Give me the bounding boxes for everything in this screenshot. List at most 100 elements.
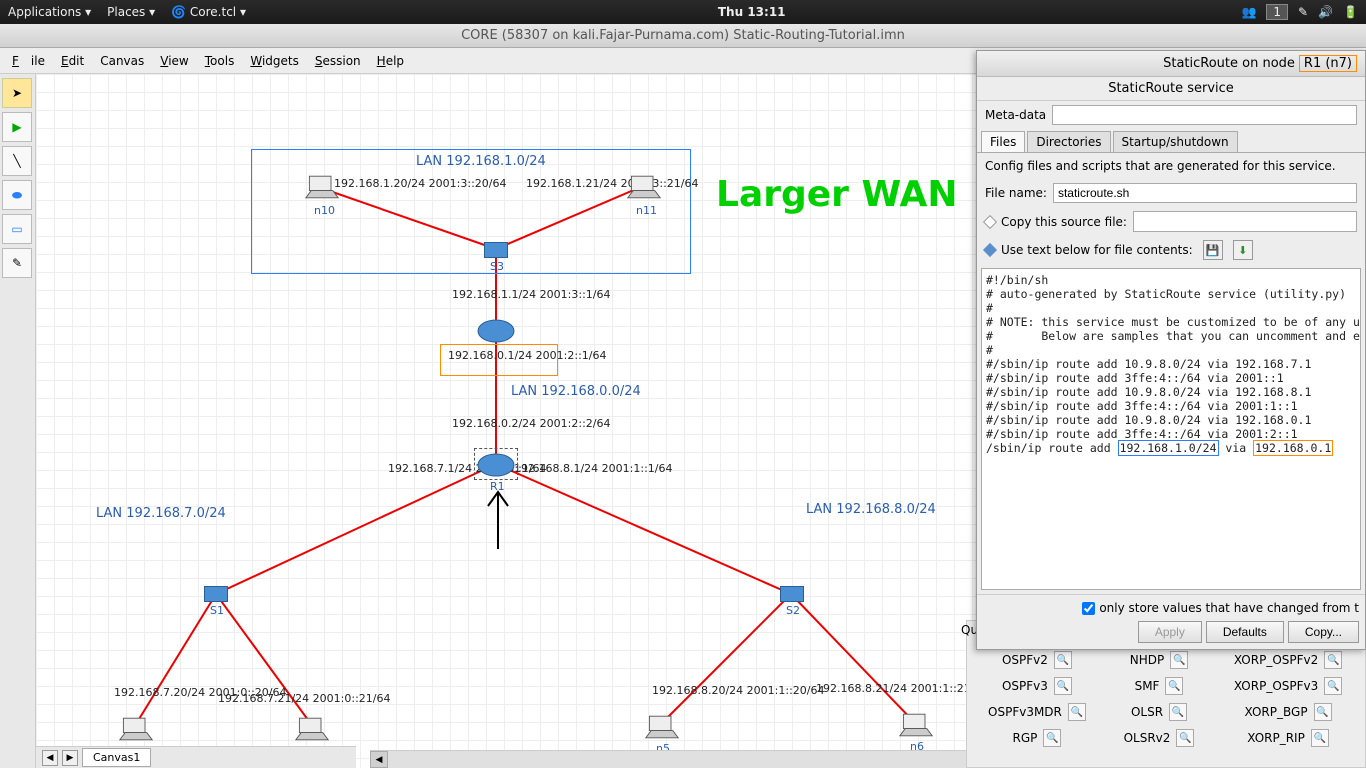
laptop-icon[interactable] (294, 716, 330, 742)
places-menu[interactable]: Places ▾ (107, 5, 155, 19)
battery-icon[interactable]: 🔋 (1343, 5, 1358, 19)
svc-olsr[interactable]: OLSR (1131, 705, 1163, 719)
router-icon[interactable] (476, 318, 516, 344)
svc-rgp[interactable]: RGP (1013, 731, 1038, 745)
copy-source-input[interactable] (1133, 211, 1357, 232)
save-icon[interactable]: 💾 (1203, 240, 1223, 260)
svc-icon[interactable]: 🔍 (1054, 677, 1072, 695)
menu-tools[interactable]: Tools (199, 51, 241, 71)
ip-n2: 192.168.7.21/24 2001:0::21/64 (218, 692, 391, 705)
tab-files[interactable]: Files (981, 131, 1025, 152)
svc-icon[interactable]: 🔍 (1314, 703, 1332, 721)
svc-xorp-ospfv2[interactable]: XORP_OSPFv2 (1234, 653, 1318, 667)
svc-icon[interactable]: 🔍 (1043, 729, 1061, 747)
tab-canvas1[interactable]: Canvas1 (82, 748, 151, 767)
svc-xorp-rip[interactable]: XORP_RIP (1247, 731, 1305, 745)
app-menu[interactable]: 🌀 Core.tcl ▾ (171, 5, 246, 19)
svc-icon[interactable]: 🔍 (1311, 729, 1329, 747)
start-tool[interactable]: ▶ (2, 112, 32, 142)
ip-n6: 192.168.8.21/24 2001:1::21/64 (816, 682, 989, 695)
svc-icon[interactable]: 🔍 (1068, 703, 1086, 721)
pen-icon[interactable]: ✎ (1298, 5, 1308, 19)
config-info: Config files and scripts that are genera… (977, 153, 1365, 179)
svc-xorp-ospfv3[interactable]: XORP_OSPFv3 (1234, 679, 1318, 693)
svc-olsrv2[interactable]: OLSRv2 (1124, 731, 1171, 745)
clock[interactable]: Thu 13:11 (262, 5, 1241, 19)
menu-file[interactable]: File (6, 51, 51, 71)
svc-ospfv3[interactable]: OSPFv3 (1002, 679, 1048, 693)
switch-icon[interactable] (204, 586, 228, 602)
apply-button[interactable]: Apply (1138, 621, 1202, 643)
menu-session[interactable]: Session (309, 51, 367, 71)
laptop-icon[interactable] (644, 714, 680, 740)
switch-icon[interactable] (484, 242, 508, 258)
download-icon[interactable]: ⬇ (1233, 240, 1253, 260)
router-icon[interactable] (476, 452, 516, 478)
svc-icon[interactable]: 🔍 (1170, 651, 1188, 669)
svc-icon[interactable]: 🔍 (1169, 703, 1187, 721)
filename-input[interactable] (1053, 183, 1357, 203)
window-titlebar[interactable]: CORE (58307 on kali.Fajar-Purnama.com) S… (0, 24, 1366, 48)
svc-smf[interactable]: SMF (1135, 679, 1160, 693)
node-label-n10: n10 (314, 204, 335, 217)
node-label-n11: n11 (636, 204, 657, 217)
lan1-label: LAN 192.168.1.0/24 (416, 154, 546, 169)
ip-r-up: 192.168.1.1/24 2001:3::1/64 (452, 288, 611, 301)
only-store-changed-checkbox[interactable] (1082, 602, 1095, 615)
annotate-tool[interactable]: ✎ (2, 248, 32, 278)
link-tool[interactable]: ╲ (2, 146, 32, 176)
laptop-icon[interactable] (304, 174, 340, 200)
laptop-icon[interactable] (898, 712, 934, 738)
dialog-node: R1 (n7) (1299, 55, 1357, 72)
menu-edit[interactable]: Edit (55, 51, 90, 71)
ip-r-midbot: 192.168.0.2/24 2001:2::2/64 (452, 417, 611, 430)
svc-ospfv3mdr[interactable]: OSPFv3MDR (988, 705, 1062, 719)
menu-help[interactable]: Help (371, 51, 410, 71)
switch-icon[interactable] (780, 586, 804, 602)
use-text-label: Use text below for file contents: (1001, 243, 1193, 257)
users-icon[interactable]: 👥 (1241, 5, 1256, 19)
svc-icon[interactable]: 🔍 (1176, 729, 1194, 747)
script-editor[interactable]: #!/bin/sh # auto-generated by StaticRout… (981, 268, 1361, 590)
node-label-s1: S1 (210, 604, 224, 617)
node-label-s3: S3 (490, 260, 504, 273)
filename-label: File name: (985, 186, 1047, 200)
laptop-icon[interactable] (118, 716, 154, 742)
menu-view[interactable]: View (154, 51, 194, 71)
applications-menu[interactable]: Applications ▾ (8, 5, 91, 19)
tab-startup[interactable]: Startup/shutdown (1113, 131, 1238, 152)
select-tool[interactable]: ➤ (2, 78, 32, 108)
tab-prev[interactable]: ◀ (42, 750, 58, 766)
lan0-label: LAN 192.168.0.0/24 (511, 384, 641, 399)
copy-button[interactable]: Copy... (1288, 621, 1359, 643)
menu-widgets[interactable]: Widgets (244, 51, 305, 71)
svc-xorp-bgp[interactable]: XORP_BGP (1245, 705, 1308, 719)
svc-nhdp[interactable]: NHDP (1130, 653, 1164, 667)
svc-icon[interactable]: 🔍 (1054, 651, 1072, 669)
lan7-label: LAN 192.168.7.0/24 (96, 506, 226, 521)
tab-directories[interactable]: Directories (1027, 131, 1110, 152)
metadata-input[interactable] (1052, 105, 1357, 125)
wan-label: Larger WAN (716, 174, 958, 215)
svc-icon[interactable]: 🔍 (1324, 651, 1342, 669)
defaults-button[interactable]: Defaults (1206, 621, 1284, 643)
svc-icon[interactable]: 🔍 (1165, 677, 1183, 695)
workspace-indicator[interactable]: 1 (1266, 4, 1288, 20)
left-toolbar: ➤ ▶ ╲ ⬬ ▭ ✎ (0, 74, 36, 768)
dialog-title: StaticRoute on node (1163, 56, 1295, 71)
svc-ospfv2[interactable]: OSPFv2 (1002, 653, 1048, 667)
ip-n5: 192.168.8.20/24 2001:1::20/64 (652, 684, 825, 697)
volume-icon[interactable]: 🔊 (1318, 5, 1333, 19)
switch-tool[interactable]: ▭ (2, 214, 32, 244)
dialog-subtitle: StaticRoute service (977, 77, 1365, 101)
svc-icon[interactable]: 🔍 (1324, 677, 1342, 695)
router-tool[interactable]: ⬬ (2, 180, 32, 210)
tab-next[interactable]: ▶ (62, 750, 78, 766)
radio-copy-source[interactable] (983, 214, 997, 228)
node-label-r1: R1 (490, 480, 505, 493)
menu-canvas[interactable]: Canvas (94, 51, 150, 71)
lan8-label: LAN 192.168.8.0/24 (806, 502, 936, 517)
radio-use-text[interactable] (983, 243, 997, 257)
laptop-icon[interactable] (626, 174, 662, 200)
ip-n10: 192.168.1.20/24 2001:3::20/64 (334, 177, 507, 190)
